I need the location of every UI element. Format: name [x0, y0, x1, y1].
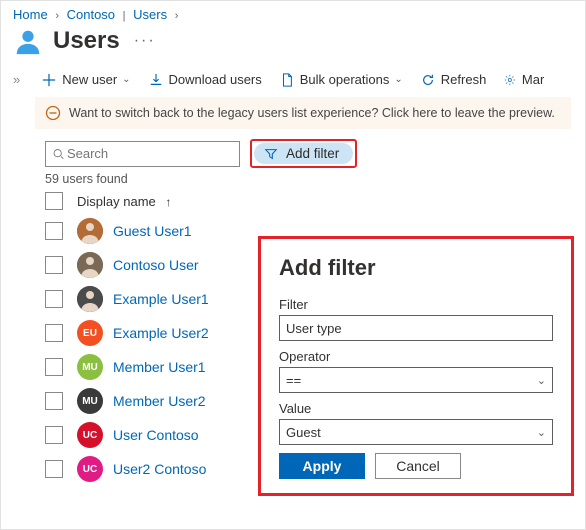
user-link[interactable]: Guest User1	[113, 223, 192, 239]
bulk-operations-label: Bulk operations	[300, 72, 390, 87]
breadcrumb-home[interactable]: Home	[13, 7, 48, 22]
toolbar: » New user ⌄ Download users Bulk operati…	[1, 66, 585, 97]
table-header: Display name ↑	[45, 188, 585, 214]
value-field-label: Value	[279, 401, 553, 416]
more-menu[interactable]: ···	[134, 32, 156, 50]
manage-button[interactable]: Mar	[504, 72, 544, 87]
download-icon	[149, 73, 163, 87]
row-checkbox[interactable]	[45, 222, 63, 240]
chevron-down-icon: ⌄	[122, 74, 130, 85]
user-link[interactable]: Member User1	[113, 359, 206, 375]
search-box[interactable]	[45, 141, 240, 167]
chevron-right-icon: ›	[55, 10, 59, 22]
bulk-operations-button[interactable]: Bulk operations ⌄	[280, 72, 403, 87]
row-checkbox[interactable]	[45, 460, 63, 478]
user-link[interactable]: Example User2	[113, 325, 209, 341]
value-field-value: Guest	[286, 425, 321, 440]
apply-button[interactable]: Apply	[279, 453, 365, 479]
avatar	[77, 218, 103, 244]
results-count: 59 users found	[45, 172, 585, 186]
row-checkbox[interactable]	[45, 290, 63, 308]
page-title: Users	[53, 27, 120, 55]
operator-field-select[interactable]: == ⌄	[279, 367, 553, 393]
row-checkbox[interactable]	[45, 392, 63, 410]
avatar: EU	[77, 320, 103, 346]
add-filter-panel: Add filter Filter User type Operator == …	[258, 236, 574, 496]
filter-icon	[264, 147, 278, 161]
download-users-button[interactable]: Download users	[149, 72, 262, 87]
filter-field-label: Filter	[279, 297, 553, 312]
avatar	[77, 252, 103, 278]
value-field-select[interactable]: Guest ⌄	[279, 419, 553, 445]
row-checkbox[interactable]	[45, 256, 63, 274]
chevron-right-icon: ›	[175, 10, 179, 22]
search-input[interactable]	[65, 145, 233, 162]
user-link[interactable]: User2 Contoso	[113, 461, 206, 477]
user-link[interactable]: Example User1	[113, 291, 209, 307]
user-link[interactable]: Member User2	[113, 393, 206, 409]
minus-circle-icon	[45, 105, 61, 121]
avatar: UC	[77, 456, 103, 482]
filter-field-value: User type	[286, 321, 342, 336]
operator-field-label: Operator	[279, 349, 553, 364]
add-filter-button[interactable]: Add filter	[254, 143, 353, 164]
filter-field-input[interactable]: User type	[279, 315, 553, 341]
download-users-label: Download users	[169, 72, 262, 87]
avatar: MU	[77, 354, 103, 380]
new-user-label: New user	[62, 72, 117, 87]
avatar	[77, 286, 103, 312]
chevron-down-icon: ⌄	[537, 426, 546, 439]
plus-icon	[42, 73, 56, 87]
pipe-icon: |	[123, 10, 126, 22]
refresh-icon	[421, 73, 435, 87]
breadcrumb-tenant[interactable]: Contoso	[67, 7, 115, 22]
refresh-button[interactable]: Refresh	[421, 72, 487, 87]
select-all-checkbox[interactable]	[45, 192, 63, 210]
user-link[interactable]: User Contoso	[113, 427, 199, 443]
manage-label: Mar	[522, 72, 544, 87]
new-user-button[interactable]: New user ⌄	[42, 72, 130, 87]
cancel-button[interactable]: Cancel	[375, 453, 461, 479]
chevron-down-icon: ⌄	[394, 74, 402, 85]
row-checkbox[interactable]	[45, 358, 63, 376]
row-checkbox[interactable]	[45, 324, 63, 342]
search-icon	[52, 147, 65, 161]
document-icon	[280, 73, 294, 87]
gear-icon	[504, 73, 516, 87]
chevron-down-icon: ⌄	[537, 374, 546, 387]
breadcrumb: Home › Contoso | Users ›	[1, 1, 585, 22]
refresh-label: Refresh	[441, 72, 487, 87]
row-checkbox[interactable]	[45, 426, 63, 444]
sort-asc-icon: ↑	[165, 195, 171, 209]
preview-notice-text: Want to switch back to the legacy users …	[69, 106, 555, 120]
panel-title: Add filter	[279, 255, 553, 281]
breadcrumb-section[interactable]: Users	[133, 7, 167, 22]
operator-field-value: ==	[286, 373, 301, 388]
avatar: UC	[77, 422, 103, 448]
user-link[interactable]: Contoso User	[113, 257, 199, 273]
user-icon	[13, 26, 43, 56]
avatar: MU	[77, 388, 103, 414]
preview-notice[interactable]: Want to switch back to the legacy users …	[35, 97, 571, 129]
add-filter-label: Add filter	[286, 146, 339, 161]
column-display-name[interactable]: Display name ↑	[77, 194, 171, 209]
expand-handle[interactable]: »	[9, 72, 24, 87]
